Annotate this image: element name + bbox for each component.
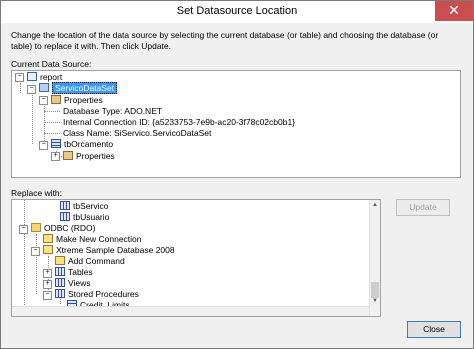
tree-node-tbservico[interactable]: tbServico: [60, 201, 108, 212]
tree-node-label: Add Command: [68, 256, 125, 266]
tree-connector: [24, 200, 25, 307]
instructions-text: Change the location of the data source b…: [11, 30, 439, 51]
tree-connector: [20, 83, 21, 93]
tree-node-class-name[interactable]: Class Name: SiServico.ServicoDataSet: [63, 128, 211, 139]
tree-node-label: Xtreme Sample Database 2008: [56, 245, 175, 255]
collapse-toggle[interactable]: −: [39, 96, 48, 105]
collapse-toggle[interactable]: −: [39, 141, 48, 150]
expand-toggle[interactable]: +: [43, 269, 52, 278]
tree-node-stored-procedures[interactable]: Stored Procedures: [55, 289, 139, 300]
tree-connector: [44, 111, 60, 112]
tree-node-label: tbServico: [73, 201, 109, 211]
tree-node-label: tbOrcamento: [64, 139, 114, 149]
tree-node-label: Make New Connection: [56, 234, 142, 244]
tree-node-label-selected: ServicoDataSet: [52, 82, 118, 94]
dialog-window: Set Datasource Location ✕ Change the loc…: [0, 0, 474, 349]
table-icon: [60, 201, 70, 211]
tree-node-label: Properties: [64, 95, 103, 105]
tree-node-odbc[interactable]: ODBC (RDO): [31, 223, 95, 234]
tree-node-tbusuario[interactable]: tbUsuario: [60, 212, 109, 223]
tree-node-make-new-connection[interactable]: Make New Connection: [43, 234, 142, 245]
tree-node-add-command[interactable]: Add Command: [55, 256, 125, 267]
replace-with-label: Replace with:: [11, 188, 63, 198]
collapse-toggle[interactable]: −: [43, 291, 52, 300]
expand-toggle[interactable]: +: [43, 280, 52, 289]
tree-node-label: Views: [68, 278, 91, 288]
tree-node-xtreme[interactable]: Xtreme Sample Database 2008: [43, 245, 175, 256]
collapse-toggle[interactable]: −: [27, 85, 36, 94]
collapse-toggle[interactable]: −: [15, 73, 24, 82]
tree-node-label: Stored Procedures: [68, 289, 139, 299]
current-source-label: Current Data Source:: [11, 59, 92, 69]
table-icon: [60, 212, 70, 222]
table-icon: [55, 267, 65, 277]
tree-node-label: tbUsuario: [73, 212, 110, 222]
scroll-down-arrow[interactable]: ▼: [370, 296, 380, 306]
close-button[interactable]: Close: [407, 321, 461, 338]
horizontal-scrollbar[interactable]: [12, 306, 369, 316]
collapse-toggle[interactable]: −: [31, 247, 40, 256]
tree-node-table-properties[interactable]: Properties: [63, 151, 115, 162]
tree-node-label: report: [40, 72, 63, 82]
folder-icon: [31, 223, 41, 233]
title-bar[interactable]: Set Datasource Location ✕: [1, 1, 473, 23]
tree-node-table[interactable]: tbOrcamento: [51, 139, 113, 150]
report-icon: [27, 72, 37, 82]
properties-icon: [51, 95, 61, 105]
tree-connector: [44, 122, 60, 123]
command-icon: [55, 256, 65, 266]
table-icon: [51, 139, 61, 149]
replace-with-tree[interactable]: tbServico tbUsuario − ODBC (RDO) Make Ne…: [11, 199, 381, 317]
database-icon: [43, 245, 53, 255]
tree-node-db-type[interactable]: Database Type: ADO.NET: [63, 106, 162, 117]
window-close-button[interactable]: ✕: [435, 1, 473, 21]
tree-connector: [32, 95, 33, 144]
dataset-icon: [39, 83, 49, 93]
tree-node-dataset[interactable]: ServicoDataSet: [39, 82, 118, 94]
tree-node-connection-id[interactable]: Internal Connection ID: {a5233753-7e9b-a…: [63, 117, 295, 128]
window-title: Set Datasource Location: [176, 5, 298, 17]
scroll-up-arrow[interactable]: ▲: [370, 200, 380, 210]
tree-node-label: ODBC (RDO): [44, 223, 96, 233]
expand-toggle[interactable]: +: [51, 152, 60, 161]
current-source-tree[interactable]: − report − ServicoDataSet − Properties D…: [11, 70, 461, 178]
properties-icon: [63, 151, 73, 161]
tree-node-views[interactable]: Views: [55, 278, 91, 289]
vertical-scrollbar[interactable]: ▲ ▼: [369, 200, 380, 316]
tree-connector: [44, 133, 60, 134]
collapse-toggle[interactable]: −: [19, 225, 28, 234]
tree-node-label: Properties: [76, 151, 115, 161]
connection-icon: [43, 234, 53, 244]
tree-node-properties[interactable]: Properties: [51, 95, 103, 106]
tree-connector: [36, 234, 37, 294]
stored-procedures-icon: [55, 289, 65, 299]
tree-node-label: Tables: [68, 267, 93, 277]
update-button[interactable]: Update: [396, 199, 450, 216]
tree-node-tables[interactable]: Tables: [55, 267, 93, 278]
views-icon: [55, 278, 65, 288]
